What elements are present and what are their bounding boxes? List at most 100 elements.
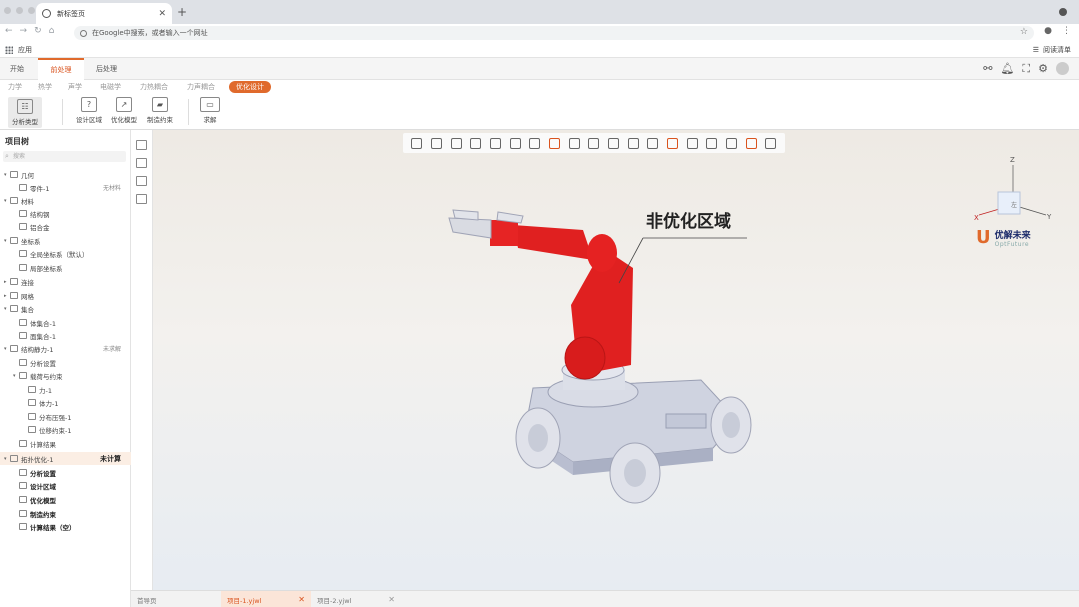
tree-node-icon (10, 278, 18, 285)
tree-node-icon (19, 210, 27, 217)
tree-item[interactable]: 优化模型 (0, 493, 131, 506)
tree-item[interactable]: 分析设置 (0, 356, 131, 369)
tree-item[interactable]: 体集合-1 (0, 316, 131, 329)
manufacture-constraint-button[interactable]: ▰ 制造约束 (147, 97, 173, 124)
subtab-acoustic-mech[interactable]: 力声耦合 (187, 82, 215, 92)
tree-node-icon (28, 426, 36, 433)
tree-item[interactable]: ▾ 载荷与约束 (0, 369, 131, 382)
tree-item[interactable]: ▾ 集合 (0, 302, 131, 315)
tree-item-label: 设计区域 (30, 482, 56, 491)
tree-node-icon (10, 345, 18, 352)
tree-node-icon (28, 413, 36, 420)
subtab-acoustics[interactable]: 声学 (68, 82, 82, 92)
tree-item[interactable]: ▾ 几何 (0, 168, 131, 181)
tree-node-icon (10, 197, 18, 204)
tree-item[interactable]: 零件-1 无材料 (0, 181, 131, 194)
close-doc-icon[interactable]: ✕ (298, 595, 305, 604)
subtab-optimization[interactable]: 优化设计 (229, 81, 271, 93)
tree-item-label: 集合 (21, 305, 34, 314)
tab-postprocess[interactable]: 后处理 (86, 58, 127, 80)
tree-item-status: 未求解 (102, 346, 121, 353)
tree-item[interactable]: 铝合金 (0, 220, 131, 233)
subtab-mechanics[interactable]: 力学 (8, 82, 22, 92)
tab-postprocess-label: 后处理 (96, 65, 117, 73)
bell-icon[interactable]: 🔔︎ (1000, 62, 1014, 76)
tree-item[interactable]: ▾ 拓扑优化-1 未计算 (0, 452, 131, 465)
tree-item[interactable]: 制造约束 (0, 507, 131, 520)
apps-bookmark[interactable]: 应用 (5, 45, 32, 55)
logo-u-icon: U (976, 227, 991, 248)
close-tab-icon[interactable]: ✕ (158, 9, 166, 19)
manufacture-constraint-icon: ▰ (152, 97, 168, 112)
doc-tab-project1[interactable]: 项目-1.yjwl ✕ (221, 591, 311, 607)
project-tree-panel: 项目树 搜索 ▾几何零件-1无材料▾材料结构钢铝合金 ▾坐标系全局坐标系（默认） 局… (0, 130, 131, 607)
solve-label: 求解 (203, 116, 217, 124)
tab-start[interactable]: 开始 (0, 58, 34, 80)
tree-item-label: 体力-1 (39, 399, 59, 408)
tree-node-icon (19, 184, 27, 191)
view-cube-face-label: 左 (1011, 201, 1017, 209)
bookmark-star-icon[interactable]: ☆ (1020, 27, 1028, 37)
subtab-thermo-mech[interactable]: 力热耦合 (140, 82, 168, 92)
properties-icon[interactable] (136, 140, 147, 150)
tree-item[interactable]: 计算结果（空） (0, 520, 131, 533)
back-icon[interactable]: ← (5, 26, 13, 36)
avatar[interactable] (1056, 62, 1069, 75)
tree-item[interactable]: 力-1 (0, 383, 131, 396)
browser-tab[interactable]: 新标签页 ✕ (36, 3, 172, 24)
reload-icon[interactable]: ↻ (34, 26, 42, 36)
solve-button[interactable]: ▭ 求解 (200, 97, 220, 124)
home-icon[interactable]: ⌂ (49, 26, 55, 36)
tree-item[interactable]: 位移约束-1 (0, 423, 131, 436)
tree-node-icon (19, 264, 27, 271)
new-tab-icon[interactable]: + (177, 5, 187, 19)
tree-item[interactable]: ▾ 结构静力-1 未求解 (0, 342, 131, 355)
window-controls[interactable] (4, 7, 35, 14)
tree-item[interactable]: 全局坐标系（默认） (0, 247, 131, 260)
gear-icon[interactable]: ⚙ (1038, 62, 1048, 76)
tab-preprocess[interactable]: 前处理 (38, 58, 84, 80)
tree-item[interactable]: 分析设置 (0, 466, 131, 479)
log-icon[interactable] (136, 194, 147, 204)
tree-item[interactable]: ▸ 连接 (0, 275, 131, 288)
tree-item[interactable]: ▾ 坐标系 (0, 234, 131, 247)
logo-sub: OptFuture (994, 240, 1030, 248)
tree-item[interactable]: 局部坐标系 (0, 261, 131, 274)
tree-item[interactable]: ▸ 网格 (0, 289, 131, 302)
browser-menu-icon[interactable] (1059, 8, 1067, 16)
project-tree-title: 项目树 (5, 137, 29, 146)
tree-item[interactable]: 结构钢 (0, 207, 131, 220)
forward-icon[interactable]: → (20, 26, 28, 36)
design-region-button[interactable]: ? 设计区域 (76, 97, 102, 124)
tree-item[interactable]: 分布压强-1 (0, 410, 131, 423)
tree-node-icon (19, 372, 27, 379)
table-icon[interactable] (136, 176, 147, 186)
analysis-type-button[interactable]: ☷ 分析类型 (8, 97, 42, 128)
tree-item[interactable]: 体力-1 (0, 396, 131, 409)
tree-search-input[interactable]: 搜索 (3, 151, 126, 162)
tree-node-icon (19, 319, 27, 326)
share-icon[interactable]: ⚯ (983, 62, 992, 76)
doc-tab-home[interactable]: 首导页 (131, 591, 221, 607)
close-doc-icon[interactable]: ✕ (388, 595, 395, 604)
more-menu-icon[interactable]: ⋮ (1062, 26, 1071, 36)
tree-item[interactable]: 面集合-1 (0, 329, 131, 342)
reading-list[interactable]: ☰ 阅读清单 (1033, 45, 1071, 55)
subtab-thermal[interactable]: 热学 (38, 82, 52, 92)
robot-base (515, 359, 752, 504)
report-icon[interactable] (136, 158, 147, 168)
tree-node-icon (28, 386, 36, 393)
tree-item[interactable]: 设计区域 (0, 479, 131, 492)
subtab-electromagnetics[interactable]: 电磁学 (100, 82, 121, 92)
opt-model-button[interactable]: ↗ 优化模型 (111, 97, 137, 124)
3d-viewport[interactable]: Z X Y 左 非优化区域 U 优解未来 OptFuture (153, 130, 1079, 590)
browser-tabstrip: 新标签页 ✕ + (0, 0, 1079, 24)
account-icon[interactable]: ● (1044, 26, 1052, 36)
tree-item[interactable]: ▾ 材料 (0, 194, 131, 207)
analysis-type-icon: ☷ (17, 99, 33, 114)
tree-item[interactable]: 计算结果 (0, 437, 131, 450)
fullscreen-icon[interactable]: ⛶ (1022, 62, 1030, 76)
doc-tab-project2[interactable]: 项目-2.yjwl ✕ (311, 591, 401, 607)
url-input[interactable]: 在Google中搜索，或者输入一个网址 ☆ (74, 26, 1034, 40)
analysis-type-label: 分析类型 (12, 118, 38, 126)
